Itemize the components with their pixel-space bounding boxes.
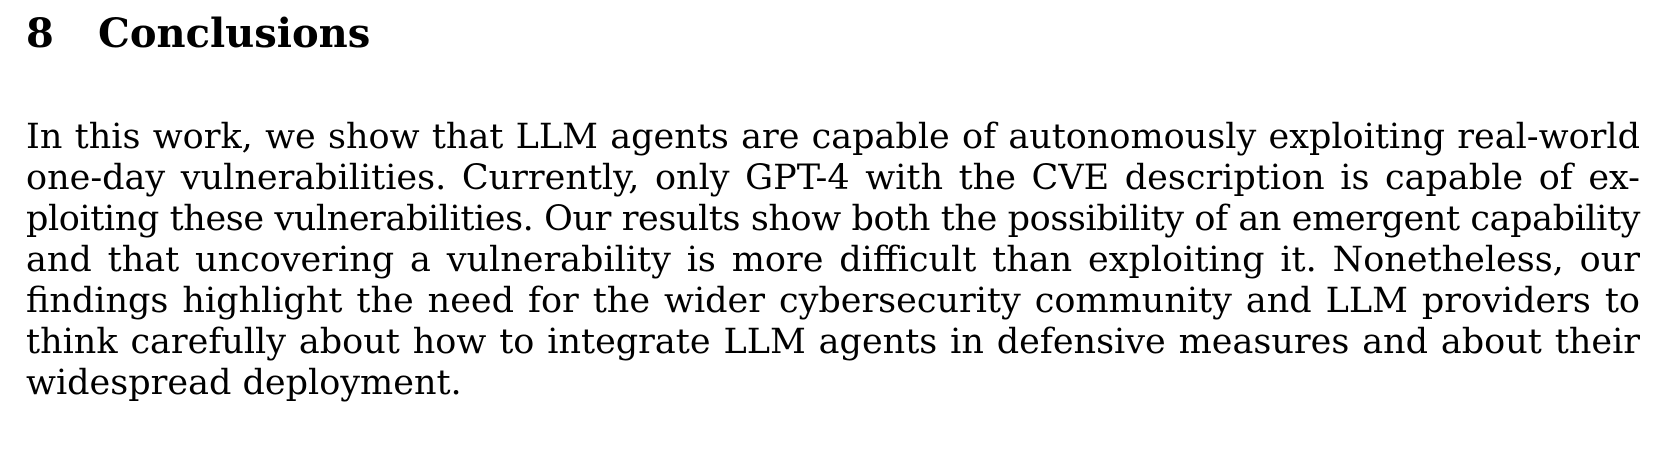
section-number: 8 xyxy=(26,10,54,57)
paragraph-line: findings highlight the need for the wide… xyxy=(26,281,1640,321)
section-title: Conclusions xyxy=(98,10,371,57)
section-heading: 8 Conclusions xyxy=(26,8,370,60)
paragraph-line: ploiting these vulnerabilities. Our resu… xyxy=(26,199,1640,239)
paragraph-line: and that uncovering a vulnerability is m… xyxy=(26,240,1640,280)
paragraph-line: one-day vulnerabilities. Currently, only… xyxy=(26,158,1640,198)
paragraph-line: think carefully about how to integrate L… xyxy=(26,322,1640,362)
paragraph-line: widespread deployment. xyxy=(26,363,462,403)
conclusions-paragraph: In this work, we show that LLM agents ar… xyxy=(26,117,1640,404)
paragraph-line: In this work, we show that LLM agents ar… xyxy=(26,117,1640,157)
